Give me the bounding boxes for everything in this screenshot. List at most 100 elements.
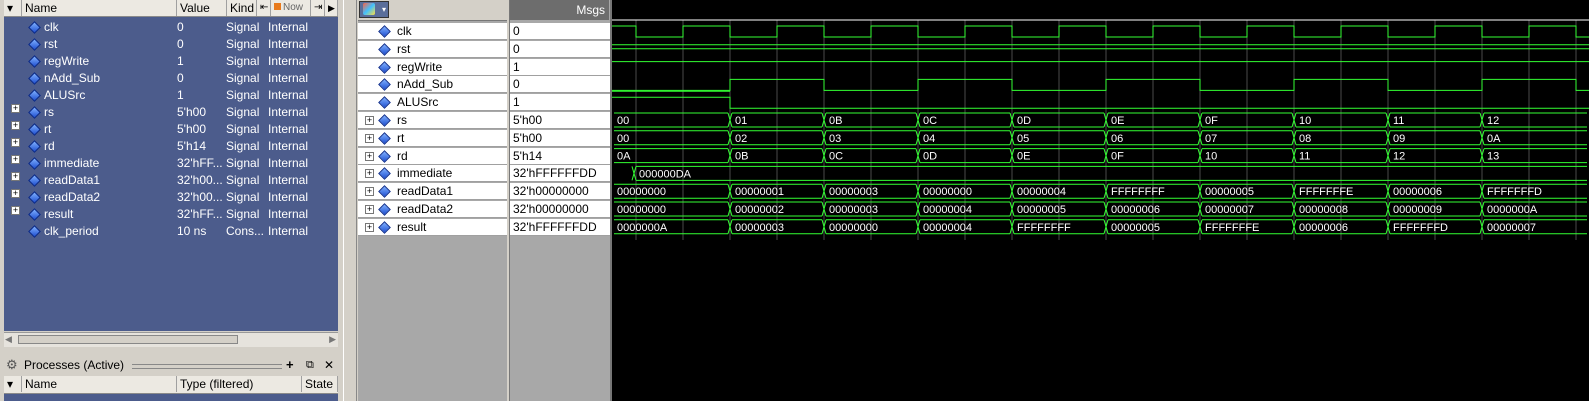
object-mode: Internal [268, 156, 309, 170]
bus-value-label: 000000DA [639, 168, 692, 180]
bus-value-label: 0E [1017, 151, 1030, 163]
expand-icon[interactable]: + [365, 222, 374, 232]
expand-icon[interactable]: + [365, 151, 374, 161]
wave-signal-row[interactable]: + rt [358, 129, 507, 147]
bus-value-label: 00000000 [829, 222, 878, 234]
object-mode: Internal [268, 207, 309, 221]
wave-signal-row[interactable]: + rs [358, 112, 507, 129]
column-value[interactable]: Value [177, 0, 227, 16]
expand-icon[interactable]: + [365, 187, 374, 197]
wave-signal-row[interactable]: + result [358, 218, 507, 236]
bus-value-label: FFFFFFFD [1487, 186, 1542, 198]
expand-icon[interactable]: + [11, 189, 20, 198]
object-row[interactable]: regWrite 1 Signal Internal [4, 53, 338, 70]
object-row[interactable]: + rs 5'h00 Signal Internal [4, 104, 338, 121]
object-row[interactable]: + readData1 32'h00... Signal Internal [4, 172, 338, 189]
object-row[interactable]: rst 0 Signal Internal [4, 36, 338, 53]
signal-icon [28, 157, 41, 170]
wave-signal-row[interactable]: rst [358, 40, 507, 58]
forward-arrow-icon[interactable]: ⇥ [311, 0, 325, 16]
column-name[interactable]: Name [22, 376, 177, 392]
wave-signal-row[interactable]: + rd [358, 147, 507, 165]
naddsub-wave [612, 78, 1589, 91]
wave-signal-row[interactable]: clk [358, 23, 507, 40]
wave-format-icon[interactable]: ▾ [359, 1, 389, 18]
object-row[interactable]: + rd 5'h14 Signal Internal [4, 138, 338, 155]
header-collapse-icon[interactable]: ▾ [4, 376, 22, 392]
object-value: 1 [177, 54, 184, 68]
scrollbar-thumb[interactable] [18, 335, 238, 344]
object-row[interactable]: + result 32'hFF... Signal Internal [4, 206, 338, 223]
panel-grip[interactable] [132, 364, 282, 369]
wave-signal-row[interactable]: + immediate [358, 165, 507, 183]
scroll-right-icon[interactable]: ▶ [329, 334, 336, 345]
object-kind: Signal [226, 20, 260, 34]
waveform-svg[interactable]: 00 01 0B 0C 0D 0E 0F 10 11 12 00 02 03 04 05 06 07 08 09 0A… [612, 0, 1589, 401]
wave-signal-row[interactable]: ALUSrc [358, 94, 507, 112]
column-type[interactable]: Type (filtered) [177, 376, 302, 392]
expand-icon[interactable]: + [11, 155, 20, 164]
bus-value-label: 12 [1487, 115, 1499, 127]
expand-icon[interactable]: + [11, 172, 20, 181]
object-row[interactable]: clk 0 Signal Internal [4, 19, 338, 36]
object-mode: Internal [268, 105, 309, 119]
object-kind: Signal [226, 173, 260, 187]
close-icon[interactable]: ✕ [324, 356, 334, 374]
object-row[interactable]: + rt 5'h00 Signal Internal [4, 121, 338, 138]
expand-icon[interactable]: + [365, 116, 374, 125]
object-row[interactable]: ALUSrc 1 Signal Internal [4, 87, 338, 104]
bus-value-label: 09 [1393, 133, 1405, 145]
pane-splitter[interactable] [343, 0, 357, 401]
bus-value-label: 0B [829, 115, 842, 127]
column-state[interactable]: State [302, 376, 338, 392]
bus-value-label: 03 [829, 133, 841, 145]
bus-value-label: 0E [1111, 115, 1124, 127]
expand-icon[interactable]: + [11, 206, 20, 215]
column-kind[interactable]: Kind [227, 0, 257, 16]
object-value: 5'h00 [177, 122, 206, 136]
bus-value-label: FFFFFFFD [1393, 222, 1448, 234]
object-row[interactable]: + immediate 32'hFF... Signal Internal [4, 155, 338, 172]
scroll-left-icon[interactable]: ◀ [5, 334, 12, 345]
object-mode: Internal [268, 20, 309, 34]
signal-icon [28, 89, 41, 102]
signal-icon [28, 106, 41, 119]
wave-signal-name: clk [397, 24, 412, 38]
object-mode: Internal [268, 190, 309, 204]
expand-icon[interactable]: + [365, 205, 374, 214]
bus-value-label: 0C [923, 115, 937, 127]
expand-icon[interactable]: + [365, 169, 374, 179]
now-button[interactable]: Now [271, 0, 311, 16]
scroll-right-icon[interactable]: ▶ [325, 0, 338, 16]
bus-value-label: 00000005 [1017, 204, 1066, 216]
objects-horizontal-scrollbar[interactable]: ◀ ▶ [4, 332, 338, 347]
bus-value-label: 02 [735, 133, 747, 145]
wave-signal-row[interactable]: regWrite [358, 58, 507, 76]
object-value: 1 [177, 88, 184, 102]
bus-value-label: 00000000 [617, 204, 666, 216]
wave-signal-row[interactable]: nAdd_Sub [358, 76, 507, 94]
bus-value-label: 00000004 [1017, 186, 1066, 198]
expand-icon[interactable]: + [11, 121, 20, 130]
add-icon[interactable]: + [286, 356, 294, 374]
expand-icon[interactable]: + [365, 133, 374, 143]
header-collapse-icon[interactable]: ▾ [4, 0, 22, 16]
expand-icon[interactable]: + [11, 138, 20, 147]
bus-value-label: 00 [617, 115, 629, 127]
undock-icon[interactable]: ⧉ [306, 356, 314, 374]
bus-value-label: 0A [1487, 133, 1501, 145]
wave-signal-value: 0 [510, 76, 610, 94]
expand-icon[interactable]: + [11, 104, 20, 113]
bus-value-label: 06 [1111, 133, 1123, 145]
column-name[interactable]: Name [22, 0, 177, 16]
wave-signal-row[interactable]: + readData2 [358, 201, 507, 218]
wave-signal-row[interactable]: + readData1 [358, 183, 507, 201]
object-value: 5'h14 [177, 139, 206, 153]
signal-icon [28, 140, 41, 153]
object-row[interactable]: clk_period 10 ns Cons... Internal [4, 223, 338, 240]
waveform-canvas[interactable]: 00 01 0B 0C 0D 0E 0F 10 11 12 00 02 03 04 05 06 07 08 09 0A… [610, 0, 1589, 401]
back-arrow-icon[interactable]: ⇤ [257, 0, 271, 16]
bus-value-label: 08 [1299, 133, 1311, 145]
object-row[interactable]: + readData2 32'h00... Signal Internal [4, 189, 338, 206]
object-row[interactable]: nAdd_Sub 0 Signal Internal [4, 70, 338, 87]
